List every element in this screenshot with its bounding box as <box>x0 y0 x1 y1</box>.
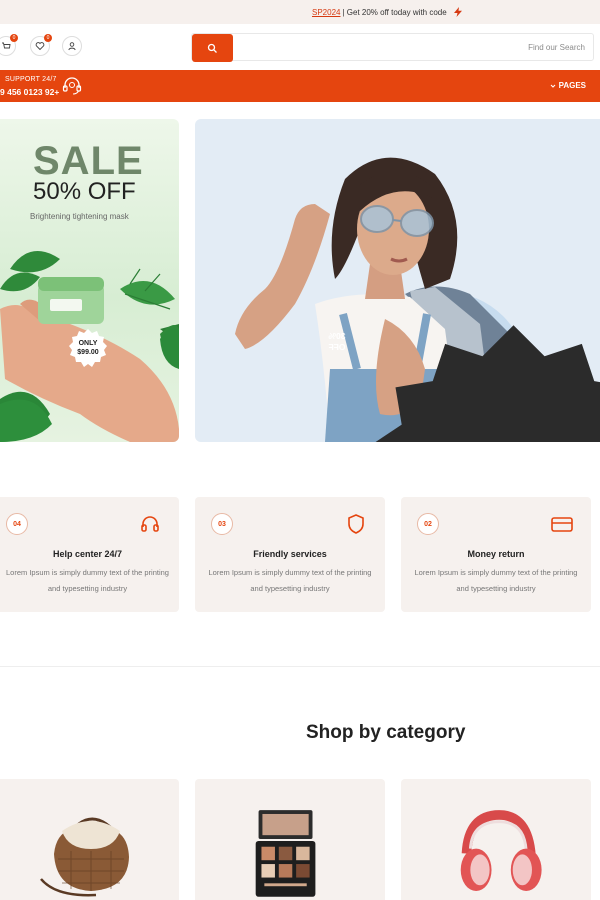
feature-title: Friendly services <box>253 549 327 559</box>
headphones-image <box>460 810 542 892</box>
feature-card: 04 Help center 24/7 Lorem Ipsum is simpl… <box>0 497 179 612</box>
promo-banner[interactable]: SALE 50% OFF Brightening tightening mask… <box>0 119 179 442</box>
shield-icon <box>348 514 364 534</box>
support-phone[interactable]: 9 456 0123 92+ <box>0 87 59 97</box>
search-button[interactable] <box>192 34 233 62</box>
feature-description: Lorem Ipsum is simply dummy text of the … <box>208 568 372 593</box>
discount-badge-label: OFF <box>328 342 346 352</box>
pages-label: PAGES <box>558 81 586 90</box>
handbag-image <box>40 817 129 897</box>
pages-menu[interactable]: PAGES <box>550 81 586 90</box>
search-input[interactable] <box>385 40 585 54</box>
wishlist-button[interactable]: 0 <box>30 34 52 56</box>
headphones-icon <box>141 516 159 532</box>
discount-badge-text: 30% OFF <box>311 331 363 353</box>
search-icon <box>207 43 217 53</box>
chevron-down-icon <box>550 84 555 88</box>
account-button[interactable] <box>62 36 82 56</box>
feature-description: Lorem Ipsum is simply dummy text of the … <box>414 568 578 593</box>
site-header: 0 0 <box>0 24 600 70</box>
cart-count-badge: 0 <box>10 34 18 42</box>
section-divider <box>0 666 600 667</box>
headset-icon <box>62 77 82 95</box>
cart-button[interactable]: 0 <box>0 34 18 56</box>
search-bar <box>191 33 594 62</box>
discount-badge-percent: 30% <box>328 331 346 341</box>
promo-subtitle: Brightening tightening mask <box>30 212 129 221</box>
price-badge-label: ONLY <box>78 340 98 347</box>
credit-card-icon <box>551 517 573 532</box>
feature-number: 03 <box>211 513 233 535</box>
feature-description: Lorem Ipsum is simply dummy text of the … <box>6 568 169 593</box>
user-icon <box>68 42 76 51</box>
cart-icon <box>2 42 11 49</box>
category-section-title: Shop by category <box>306 722 466 743</box>
wishlist-count-badge: 0 <box>44 34 52 42</box>
hero-banner[interactable]: 30% OFF <box>195 119 600 442</box>
makeup-palette-image <box>255 810 316 897</box>
feature-card: 02 Money return Lorem Ipsum is simply du… <box>401 497 591 612</box>
lightning-icon <box>453 7 462 17</box>
price-badge-text: ONLY $99.00 <box>66 339 110 357</box>
price-badge-value: $99.00 <box>77 349 99 356</box>
feature-title: Money return <box>467 549 525 559</box>
feature-number: 04 <box>6 513 28 535</box>
feature-title: Help center 24/7 <box>52 549 123 559</box>
promo-code-link[interactable]: SP2024 <box>312 8 340 17</box>
category-card-headphones[interactable] <box>401 779 591 900</box>
heart-icon <box>35 42 45 51</box>
category-card-makeup[interactable] <box>195 779 385 900</box>
announcement-bar: SP2024 | Get 20% off today with code <box>0 0 600 24</box>
support-label: SUPPORT 24/7 <box>5 76 57 83</box>
main-navbar: SUPPORT 24/7 9 456 0123 92+ PAGES <box>0 70 600 102</box>
announcement-text: | Get 20% off today with code <box>342 7 447 17</box>
feature-number: 02 <box>417 513 439 535</box>
category-card-handbag[interactable] <box>0 779 179 900</box>
promo-discount: 50% OFF <box>33 178 136 205</box>
feature-card: 03 Friendly services Lorem Ipsum is simp… <box>195 497 385 612</box>
